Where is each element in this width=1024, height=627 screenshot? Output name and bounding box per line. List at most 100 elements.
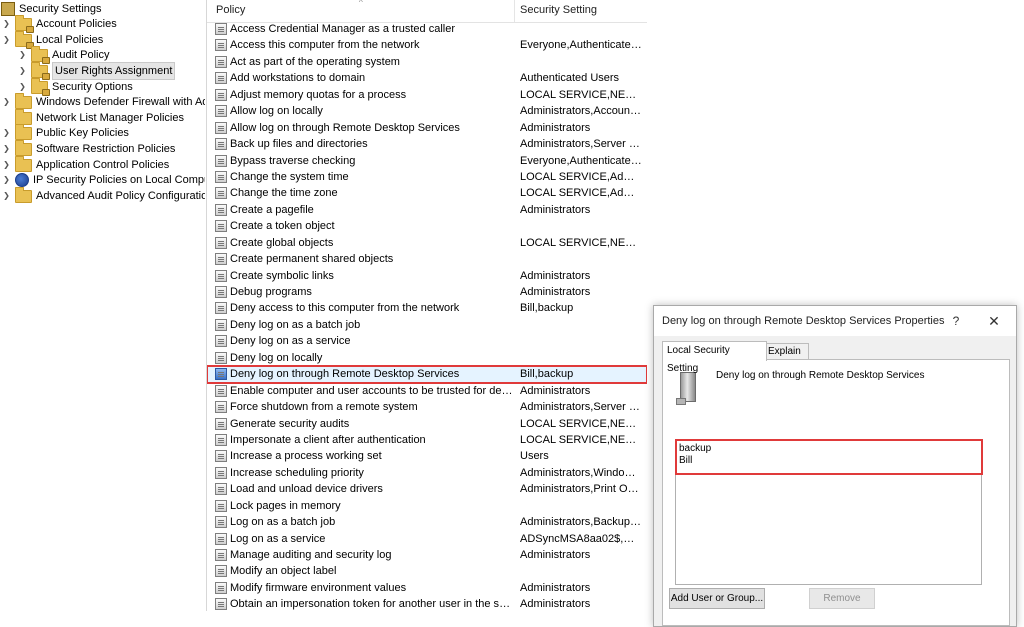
tree-item-account-policies[interactable]: ❯ Account Policies (2, 14, 117, 33)
tree-item-ip-security[interactable]: ❯ IP Security Policies on Local Computer (2, 172, 205, 188)
table-row[interactable]: Impersonate a client after authenticatio… (207, 432, 647, 448)
policy-setting: ADSyncMSA8aa02$,NT S... (520, 532, 642, 545)
table-row[interactable]: Access this computer from the network Eve… (207, 37, 647, 53)
table-row[interactable]: Manage auditing and security log Administ… (207, 547, 647, 563)
table-row[interactable]: Modify firmware environment values Admini… (207, 580, 647, 596)
table-row[interactable]: Change the time zone LOCAL SERVICE,Admini… (207, 185, 647, 201)
tree-item-user-rights-assignment[interactable]: ❯ User Rights Assignment (18, 61, 176, 80)
table-row[interactable]: Generate security audits LOCAL SERVICE,NE… (207, 416, 647, 432)
policy-name: Deny log on through Remote Desktop Servi… (230, 368, 460, 381)
table-row[interactable]: Access Credential Manager as a trusted c… (207, 21, 647, 37)
tab-local-security-setting[interactable]: Local Security Setting (662, 341, 767, 374)
policy-name: Debug programs (230, 286, 312, 298)
policy-icon (215, 598, 227, 611)
chevron-right-icon[interactable]: ❯ (18, 63, 27, 79)
column-header-policy[interactable]: Policy (216, 4, 245, 16)
table-row[interactable]: Deny log on locally (207, 350, 647, 366)
policy-name: Create symbolic links (230, 269, 334, 282)
tree-item-advanced-audit[interactable]: ❯ Advanced Audit Policy Configuration (2, 186, 205, 204)
tab-explain[interactable]: Explain (763, 343, 809, 360)
chevron-right-icon[interactable]: ❯ (2, 94, 11, 110)
table-row[interactable]: Create a pagefile Administrators (207, 202, 647, 218)
table-row[interactable]: Increase scheduling priority Administrato… (207, 465, 647, 481)
tree-item-software-restriction[interactable]: ❯ Software Restriction Policies (2, 139, 175, 157)
chevron-right-icon[interactable]: ❯ (2, 125, 11, 141)
table-row[interactable]: Log on as a service ADSyncMSA8aa02$,NT S.… (207, 531, 647, 547)
column-header-security-setting[interactable]: Security Setting (520, 4, 597, 16)
policy-setting: Everyone,Authenticated ... (520, 39, 642, 52)
table-row[interactable]: Deny access to this computer from the ne… (207, 300, 647, 316)
table-row[interactable]: Enable computer and user accounts to be … (207, 383, 647, 399)
table-row[interactable]: Debug programs Administrators (207, 284, 647, 300)
table-row[interactable]: Obtain an impersonation token for anothe… (207, 596, 647, 611)
policy-name: Allow log on locally (230, 105, 323, 118)
table-row[interactable]: Adjust memory quotas for a process LOCAL … (207, 87, 647, 103)
policy-setting: Administrators (520, 286, 591, 298)
policy-name: Modify an object label (230, 565, 337, 578)
tree-item-audit-policy[interactable]: ❯ Audit Policy (18, 45, 110, 64)
tree-item-public-key-policies[interactable]: ❯ Public Key Policies (2, 123, 129, 141)
table-row[interactable]: Act as part of the operating system (207, 54, 647, 70)
table-row[interactable]: Load and unload device drivers Administra… (207, 481, 647, 497)
table-row[interactable]: Lock pages in memory (207, 498, 647, 514)
folder-icon (15, 92, 32, 109)
chevron-right-icon[interactable]: ❯ (2, 188, 11, 204)
member-item-backup[interactable]: backup (679, 443, 711, 455)
tree-item-network-list-manager[interactable]: ❯ Network List Manager Policies (2, 108, 184, 126)
add-user-or-group-button[interactable]: Add User or Group... (669, 588, 765, 609)
policy-setting: LOCAL SERVICE,NETWOR... (520, 88, 642, 101)
remove-button[interactable]: Remove (809, 588, 875, 609)
table-row[interactable]: Change the system time LOCAL SERVICE,Admi… (207, 169, 647, 185)
tree-item-label: Windows Defender Firewall with Advar (36, 96, 205, 108)
help-button[interactable]: ? (946, 311, 966, 331)
tree-item-label: Audit Policy (52, 49, 110, 61)
table-row[interactable]: Deny log on through Remote Desktop Servi… (207, 365, 647, 384)
table-row[interactable]: Allow log on through Remote Desktop Serv… (207, 120, 647, 136)
tree-item-local-policies[interactable]: ❯ Local Policies (2, 30, 103, 49)
column-divider[interactable] (514, 0, 515, 22)
members-listbox[interactable]: backup Bill (675, 439, 983, 585)
table-row[interactable]: Create a token object (207, 218, 647, 234)
table-row[interactable]: Create permanent shared objects (207, 251, 647, 267)
dialog-titlebar[interactable]: Deny log on through Remote Desktop Servi… (654, 306, 1016, 336)
table-row[interactable]: Increase a process working set Users (207, 448, 647, 464)
table-row[interactable]: Bypass traverse checking Everyone,Authent… (207, 153, 647, 169)
table-row[interactable]: Back up files and directories Administrat… (207, 136, 647, 152)
policy-name: Deny log on locally (230, 351, 323, 364)
policy-icon (215, 138, 227, 151)
table-row[interactable]: Force shutdown from a remote system Admin… (207, 399, 647, 415)
policy-name: Add workstations to domain (230, 72, 366, 85)
tree-item-security-options[interactable]: ❯ Security Options (18, 77, 133, 96)
member-item-bill[interactable]: Bill (679, 455, 692, 467)
policy-icon (215, 417, 227, 430)
tree-item-label: Security Settings (19, 3, 102, 15)
table-row[interactable]: Deny log on as a batch job (207, 317, 647, 333)
tree-item-label: Security Options (52, 81, 133, 93)
policy-name: Log on as a batch job (230, 516, 336, 529)
table-row[interactable]: Deny log on as a service (207, 333, 647, 349)
table-row[interactable]: Add workstations to domain Authenticated … (207, 70, 647, 86)
table-row[interactable]: Create global objects LOCAL SERVICE,NETWO… (207, 235, 647, 251)
chevron-right-icon[interactable]: ❯ (2, 16, 11, 32)
policy-icon (215, 351, 227, 364)
chevron-right-icon[interactable]: ❯ (2, 141, 11, 157)
chevron-right-icon[interactable]: ❯ (2, 157, 11, 173)
chevron-down-icon[interactable]: ❯ (2, 32, 11, 48)
policy-name: Deny log on as a service (230, 335, 351, 348)
policy-name: Obtain an impersonation token for anothe… (230, 598, 513, 611)
policy-name: Manage auditing and security log (230, 549, 392, 561)
table-row[interactable]: Create symbolic links Administrators (207, 268, 647, 284)
chevron-right-icon[interactable]: ❯ (2, 172, 11, 188)
chevron-right-icon[interactable]: ❯ (18, 47, 27, 63)
table-row[interactable]: Log on as a batch job Administrators,Back… (207, 514, 647, 530)
tree-item-application-control[interactable]: ❯ Application Control Policies (2, 155, 169, 173)
policy-icon (215, 516, 227, 529)
policy-name: Create permanent shared objects (230, 253, 394, 266)
policy-name: Create global objects (230, 236, 334, 249)
tree-item-label: Network List Manager Policies (36, 112, 184, 124)
tree-item-windows-defender-firewall[interactable]: ❯ Windows Defender Firewall with Advar (2, 92, 205, 110)
table-row[interactable]: Allow log on locally Administrators,Accou… (207, 103, 647, 119)
policy-icon (215, 549, 227, 561)
close-button[interactable]: ✕ (982, 311, 1006, 331)
table-row[interactable]: Modify an object label (207, 563, 647, 579)
